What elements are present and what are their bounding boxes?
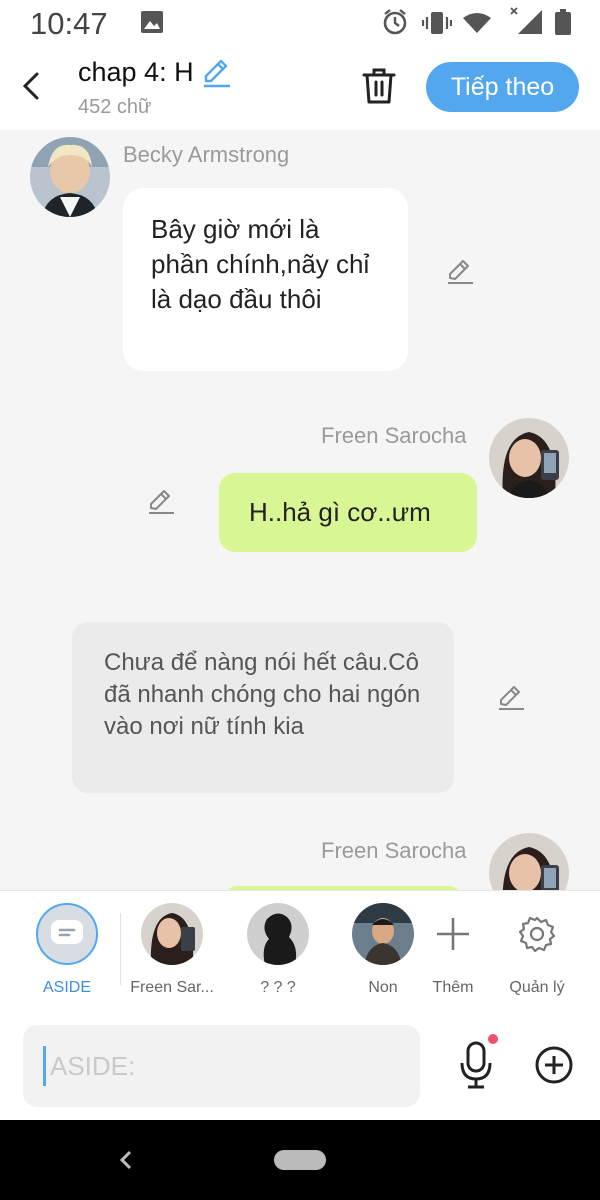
trash-icon[interactable] [360, 66, 398, 106]
next-button[interactable]: Tiếp theo [426, 62, 579, 112]
character-item[interactable]: Freen Sar... [127, 903, 217, 997]
character-aside[interactable]: ASIDE [22, 903, 112, 997]
avatar-becky[interactable] [30, 137, 110, 217]
text-caret [43, 1046, 46, 1086]
sender-name: Freen Sarocha [321, 423, 467, 448]
aside-bubble[interactable]: Chưa để nàng nói hết câu.Cô đã nhanh chó… [72, 622, 454, 793]
character-avatar [247, 903, 309, 965]
app-bar: chap 4: H 452 chữ Tiếp theo [0, 46, 600, 130]
chat-area[interactable]: Becky Armstrong Bây giờ mới là phần chín… [0, 130, 600, 890]
status-time: 10:47 [30, 6, 108, 41]
nav-home-pill[interactable] [274, 1150, 326, 1170]
sender-name: Becky Armstrong [123, 142, 290, 167]
vibrate-icon [422, 12, 452, 34]
wifi-icon [463, 13, 491, 33]
status-bar: 10:47 [0, 0, 600, 46]
add-label: Thêm [432, 979, 474, 996]
character-name: ASIDE [42, 979, 91, 996]
system-nav-bar [0, 1120, 600, 1200]
message-input-box[interactable] [23, 1025, 420, 1107]
edit-message-icon[interactable] [445, 256, 475, 286]
aside-chat-icon [51, 920, 83, 944]
plus-icon [437, 918, 469, 950]
character-avatar [141, 903, 203, 965]
selector-divider [120, 913, 121, 985]
manage-label: Quản lý [509, 979, 565, 996]
nav-back-icon[interactable] [114, 1146, 138, 1174]
avatar-freen[interactable] [489, 418, 569, 498]
back-arrow-icon[interactable] [14, 68, 50, 104]
composer [0, 1013, 600, 1120]
message-bubble-right[interactable]: H..hả gì cơ..ưm [219, 473, 477, 552]
character-name: ? ? ? [260, 979, 296, 996]
character-avatar [352, 903, 414, 965]
edit-message-icon[interactable] [496, 682, 526, 712]
character-name: Freen Sar... [130, 979, 214, 996]
sender-name: Freen Sarocha [321, 838, 467, 863]
message-bubble-left[interactable]: Bây giờ mới là phần chính,nãy chỉ là dạo… [123, 188, 408, 371]
battery-icon [555, 9, 571, 35]
avatar-freen[interactable] [489, 833, 569, 890]
microphone-icon[interactable] [458, 1041, 494, 1089]
image-icon [141, 11, 163, 33]
alarm-icon [383, 9, 407, 35]
character-item[interactable]: ? ? ? [233, 903, 323, 997]
add-circle-icon[interactable] [535, 1046, 573, 1084]
edit-title-icon[interactable] [200, 56, 232, 88]
message-input[interactable] [48, 1049, 352, 1083]
manage-characters-button[interactable]: Quản lý [492, 903, 582, 997]
character-selector: ASIDE Freen Sar... ? ? ? Non Thêm Quản l… [0, 890, 600, 1014]
chapter-title: chap 4: H [78, 56, 194, 87]
notification-dot [488, 1034, 498, 1044]
gear-icon [518, 916, 556, 953]
chapter-title-row[interactable]: chap 4: H [78, 56, 232, 88]
signal-icon [510, 7, 542, 34]
add-character-button[interactable]: Thêm [408, 903, 498, 997]
word-count: 452 chữ [78, 96, 152, 118]
aside-avatar [36, 903, 98, 965]
edit-message-icon[interactable] [146, 486, 176, 516]
